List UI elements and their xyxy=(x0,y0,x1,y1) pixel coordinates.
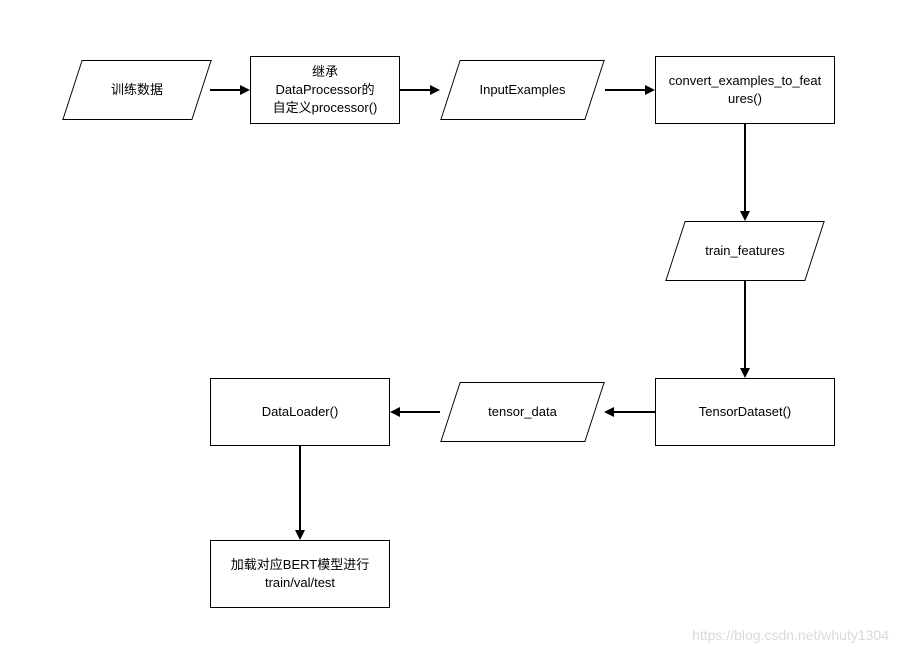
watermark-text: https://blog.csdn.net/whuty1304 xyxy=(692,627,889,643)
arrow-head-icon xyxy=(240,85,250,95)
edge xyxy=(400,411,440,413)
edge xyxy=(605,89,645,91)
node-training-data: 训练数据 xyxy=(72,60,202,120)
node-label: TensorDataset() xyxy=(699,403,791,421)
node-train-features: train_features xyxy=(675,221,815,281)
node-label-line: 加载对应BERT模型进行 xyxy=(231,556,369,574)
node-input-examples: InputExamples xyxy=(450,60,595,120)
edge xyxy=(614,411,655,413)
edge xyxy=(744,281,746,368)
node-tensor-data: tensor_data xyxy=(450,382,595,442)
node-label: tensor_data xyxy=(450,382,595,442)
node-label-line: convert_examples_to_feat xyxy=(669,72,821,90)
node-label-line: ures() xyxy=(669,90,821,108)
node-tensor-dataset: TensorDataset() xyxy=(655,378,835,446)
node-label-line: 自定义processor() xyxy=(273,99,378,117)
arrow-head-icon xyxy=(604,407,614,417)
node-label-line: DataProcessor的 xyxy=(273,81,378,99)
arrow-head-icon xyxy=(740,368,750,378)
arrow-head-icon xyxy=(645,85,655,95)
node-data-loader: DataLoader() xyxy=(210,378,390,446)
node-label: DataLoader() xyxy=(262,403,339,421)
node-bert-model: 加载对应BERT模型进行 train/val/test xyxy=(210,540,390,608)
edge xyxy=(299,446,301,530)
node-label-line: train/val/test xyxy=(231,574,369,592)
arrow-head-icon xyxy=(430,85,440,95)
arrow-head-icon xyxy=(295,530,305,540)
node-label-line: 继承 xyxy=(273,63,378,81)
edge xyxy=(744,124,746,211)
edge xyxy=(400,89,430,91)
arrow-head-icon xyxy=(740,211,750,221)
arrow-head-icon xyxy=(390,407,400,417)
node-convert-examples: convert_examples_to_feat ures() xyxy=(655,56,835,124)
node-data-processor: 继承 DataProcessor的 自定义processor() xyxy=(250,56,400,124)
node-label: InputExamples xyxy=(450,60,595,120)
node-label: 训练数据 xyxy=(72,60,202,120)
node-label: train_features xyxy=(675,221,815,281)
edge xyxy=(210,89,240,91)
